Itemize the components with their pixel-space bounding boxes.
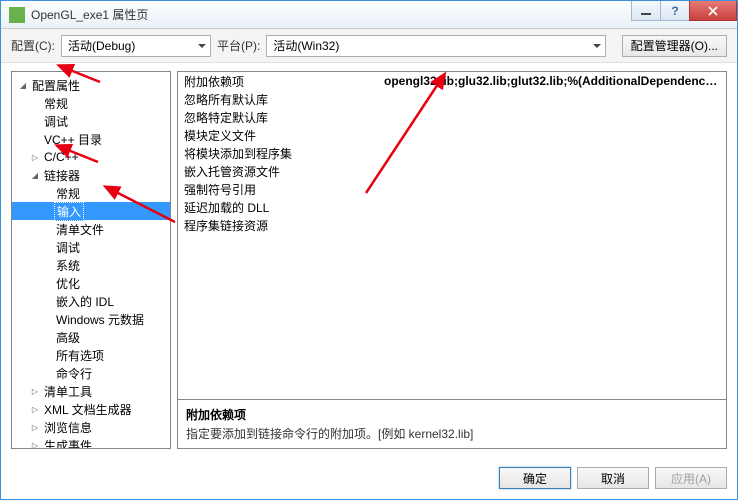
tree-item-linker[interactable]: 链接器: [12, 166, 170, 184]
titlebar: OpenGL_exe1 属性页 ?: [1, 1, 737, 29]
content-area: 配置属性 常规 调试 VC++ 目录 C/C++ 链接器 常规 输入 清单文件 …: [1, 63, 737, 457]
tree-item-buildevents[interactable]: 生成事件: [12, 436, 170, 449]
tree-item-linker-idl[interactable]: 嵌入的 IDL: [12, 292, 170, 310]
config-dropdown-value: 活动(Debug): [68, 37, 135, 54]
tree-item-linker-general[interactable]: 常规: [12, 184, 170, 202]
tree-item-linker-cmdline[interactable]: 命令行: [12, 364, 170, 382]
config-toolbar: 配置(C): 活动(Debug) 平台(P): 活动(Win32) 配置管理器(…: [1, 29, 737, 63]
config-dropdown[interactable]: 活动(Debug): [61, 35, 211, 57]
apply-button[interactable]: 应用(A): [655, 467, 727, 489]
tree-item-linker-system[interactable]: 系统: [12, 256, 170, 274]
prop-row[interactable]: 强制符号引用: [178, 180, 726, 198]
cancel-button[interactable]: 取消: [577, 467, 649, 489]
tree-item-debug[interactable]: 调试: [12, 112, 170, 130]
tree-item-vcdir[interactable]: VC++ 目录: [12, 130, 170, 148]
collapse-icon[interactable]: [30, 404, 40, 414]
properties-panel: 附加依赖项opengl32.lib;glu32.lib;glut32.lib;%…: [177, 71, 727, 449]
prop-row[interactable]: 忽略所有默认库: [178, 90, 726, 108]
tree-item-linker-winmeta[interactable]: Windows 元数据: [12, 310, 170, 328]
hint-text: 指定要添加到链接命令行的附加项。[例如 kernel32.lib]: [186, 425, 718, 442]
prop-row[interactable]: 程序集链接资源: [178, 216, 726, 234]
prop-row[interactable]: 模块定义文件: [178, 126, 726, 144]
window-controls: ?: [632, 1, 737, 21]
collapse-icon[interactable]: [30, 386, 40, 396]
tree-item-linker-advanced[interactable]: 高级: [12, 328, 170, 346]
prop-row[interactable]: 嵌入托管资源文件: [178, 162, 726, 180]
window-title: OpenGL_exe1 属性页: [31, 6, 148, 23]
button-row: 确定 取消 应用(A): [1, 457, 737, 499]
platform-label: 平台(P):: [217, 37, 260, 54]
tree-item-linker-debug[interactable]: 调试: [12, 238, 170, 256]
prop-row-additional-deps[interactable]: 附加依赖项opengl32.lib;glu32.lib;glut32.lib;%…: [178, 72, 726, 90]
tree-item-linker-alloptions[interactable]: 所有选项: [12, 346, 170, 364]
tree-item-cc[interactable]: C/C++: [12, 148, 170, 166]
tree-item-linker-optimize[interactable]: 优化: [12, 274, 170, 292]
collapse-icon[interactable]: [30, 440, 40, 449]
prop-row[interactable]: 忽略特定默认库: [178, 108, 726, 126]
property-page-window: OpenGL_exe1 属性页 ? 配置(C): 活动(Debug) 平台(P)…: [0, 0, 738, 500]
help-button[interactable]: ?: [660, 1, 690, 21]
prop-row[interactable]: 将模块添加到程序集: [178, 144, 726, 162]
tree-panel[interactable]: 配置属性 常规 调试 VC++ 目录 C/C++ 链接器 常规 输入 清单文件 …: [11, 71, 171, 449]
close-icon: [708, 6, 718, 16]
app-icon: [9, 7, 25, 23]
prop-row[interactable]: 延迟加载的 DLL: [178, 198, 726, 216]
tree-item-browse[interactable]: 浏览信息: [12, 418, 170, 436]
close-button[interactable]: [689, 1, 737, 21]
tree-item-linker-input[interactable]: 输入: [12, 202, 170, 220]
main-panel: 附加依赖项opengl32.lib;glu32.lib;glut32.lib;%…: [177, 71, 727, 449]
minimize-button[interactable]: [631, 1, 661, 21]
hint-box: 附加依赖项 指定要添加到链接命令行的附加项。[例如 kernel32.lib]: [178, 399, 726, 448]
tree-root-config[interactable]: 配置属性: [12, 76, 170, 94]
platform-dropdown[interactable]: 活动(Win32): [266, 35, 606, 57]
config-label: 配置(C):: [11, 37, 55, 54]
tree-item-general[interactable]: 常规: [12, 94, 170, 112]
properties-list[interactable]: 附加依赖项opengl32.lib;glu32.lib;glut32.lib;%…: [178, 72, 726, 399]
expand-icon[interactable]: [18, 80, 28, 90]
config-manager-button[interactable]: 配置管理器(O)...: [622, 35, 727, 57]
tree-item-manifest-tool[interactable]: 清单工具: [12, 382, 170, 400]
platform-dropdown-value: 活动(Win32): [273, 37, 339, 54]
hint-title: 附加依赖项: [186, 406, 718, 423]
collapse-icon[interactable]: [30, 422, 40, 432]
expand-icon[interactable]: [30, 170, 40, 180]
collapse-icon[interactable]: [30, 152, 40, 162]
ok-button[interactable]: 确定: [499, 467, 571, 489]
tree-item-linker-manifest[interactable]: 清单文件: [12, 220, 170, 238]
tree-item-xmldoc[interactable]: XML 文档生成器: [12, 400, 170, 418]
